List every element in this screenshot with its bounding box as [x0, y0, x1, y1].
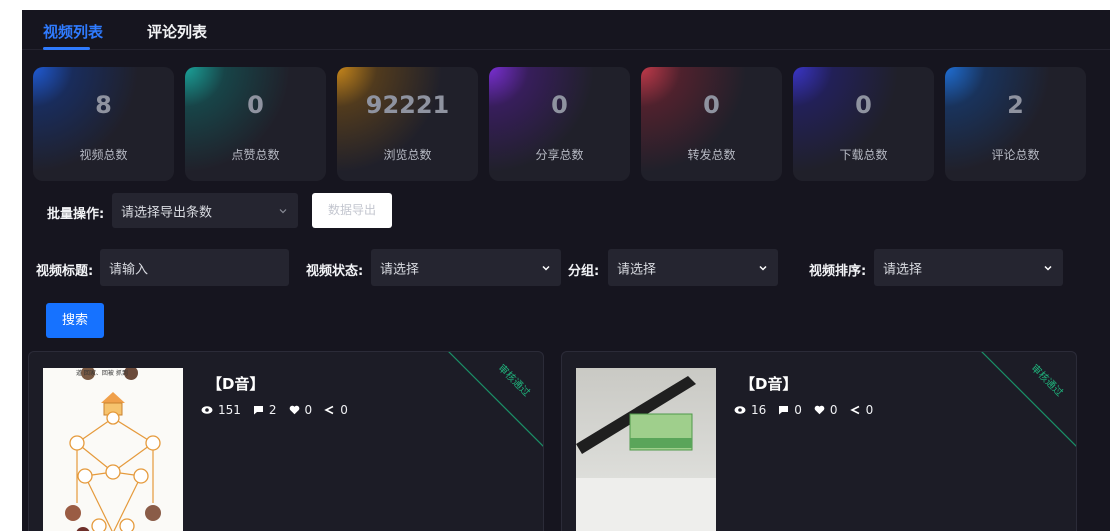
stat-value: 0 [247, 91, 264, 119]
likes-metric: 0 [814, 403, 838, 417]
stat-label: 转发总数 [687, 148, 736, 162]
video-sort-label: 视频排序: [809, 264, 867, 279]
video-title[interactable]: 【D音】 [740, 373, 797, 394]
stat-label: 评论总数 [991, 148, 1040, 162]
video-sort-value: 请选择 [883, 262, 923, 277]
video-title-input[interactable]: 请输入 [100, 249, 289, 286]
video-title-placeholder: 请输入 [109, 262, 149, 277]
views-metric: 151 [201, 403, 241, 417]
stat-value: 0 [551, 91, 568, 119]
stat-value: 8 [95, 91, 112, 119]
comments-count: 2 [268, 403, 277, 417]
stat-label: 下载总数 [839, 148, 888, 162]
stat-label: 浏览总数 [383, 148, 432, 162]
group-value: 请选择 [617, 262, 657, 277]
stat-card-likes: 0 点赞总数 [185, 67, 326, 181]
stat-value: 2 [1007, 91, 1024, 119]
chevron-down-icon [542, 265, 550, 271]
stat-value: 0 [703, 91, 720, 119]
video-status-value: 请选择 [380, 262, 420, 277]
active-tab-indicator [43, 47, 90, 50]
views-count: 16 [751, 403, 767, 417]
share-icon [324, 405, 334, 415]
stat-card-views: 92221 浏览总数 [337, 67, 478, 181]
chevron-down-icon [759, 265, 767, 271]
video-metrics: 151 2 0 0 [201, 403, 360, 417]
stat-value: 0 [855, 91, 872, 119]
eye-icon [201, 406, 213, 414]
tab-bar: 视频列表 评论列表 [22, 10, 1110, 50]
video-management-panel: 视频列表 评论列表 8 视频总数 0 点赞总数 92221 浏览总数 0 分享总… [22, 10, 1110, 531]
comment-icon [253, 406, 263, 415]
video-thumbnail[interactable] [576, 368, 716, 531]
video-title[interactable]: 【D音】 [207, 373, 264, 394]
chevron-down-icon [1044, 265, 1052, 271]
share-icon [849, 405, 859, 415]
views-count: 151 [218, 403, 241, 417]
stat-value: 92221 [365, 91, 450, 119]
group-select[interactable]: 请选择 [608, 249, 778, 286]
heart-icon [814, 405, 825, 415]
video-title-label: 视频标题: [36, 264, 94, 279]
views-metric: 16 [734, 403, 766, 417]
stat-card-videos: 8 视频总数 [33, 67, 174, 181]
stat-card-comments: 2 评论总数 [945, 67, 1086, 181]
stat-card-forwards: 0 转发总数 [641, 67, 782, 181]
thumbnail-caption: 道 回家、回被 抓到 [76, 369, 128, 377]
stat-card-shares: 0 分享总数 [489, 67, 630, 181]
diagram-thumbnail-image: 道 回家、回被 抓到 [43, 368, 183, 531]
tab-comment-list[interactable]: 评论列表 [147, 21, 207, 42]
comment-icon [779, 406, 789, 415]
export-data-button[interactable]: 数据导出 [312, 193, 392, 228]
shares-count: 0 [340, 403, 348, 417]
shares-metric: 0 [849, 403, 874, 417]
likes-count: 0 [304, 403, 313, 417]
status-ribbon [981, 352, 1076, 447]
eye-icon [734, 406, 746, 414]
video-card[interactable]: 道 回家、回被 抓到 【D音】 151 2 0 0 审核通过 [28, 351, 544, 531]
export-count-select[interactable]: 请选择导出条数 [112, 193, 298, 228]
comments-metric: 2 [253, 403, 277, 417]
status-ribbon [448, 352, 543, 447]
chevron-down-icon [279, 208, 287, 213]
stat-label: 视频总数 [79, 148, 128, 162]
video-status-select[interactable]: 请选择 [371, 249, 561, 286]
group-label: 分组: [568, 264, 600, 279]
heart-icon [289, 405, 299, 415]
comments-metric: 0 [778, 403, 802, 417]
likes-metric: 0 [289, 403, 313, 417]
video-metrics: 16 0 0 0 [734, 403, 885, 417]
likes-count: 0 [829, 403, 838, 417]
search-button[interactable]: 搜索 [46, 303, 104, 338]
video-sort-select[interactable]: 请选择 [874, 249, 1063, 286]
tab-video-list[interactable]: 视频列表 [43, 21, 103, 42]
stat-label: 分享总数 [535, 148, 584, 162]
shares-count: 0 [865, 403, 874, 417]
stat-card-downloads: 0 下载总数 [793, 67, 934, 181]
video-card[interactable]: 【D音】 16 0 0 0 审核通过 [561, 351, 1077, 531]
comments-count: 0 [794, 403, 802, 417]
export-count-value: 请选择导出条数 [121, 205, 213, 220]
video-status-label: 视频状态: [306, 264, 364, 279]
video-thumbnail[interactable]: 道 回家、回被 抓到 [43, 368, 183, 531]
stat-label: 点赞总数 [231, 148, 280, 162]
photo-thumbnail-image [576, 368, 716, 531]
batch-operation-label: 批量操作: [47, 207, 105, 222]
shares-metric: 0 [324, 403, 348, 417]
